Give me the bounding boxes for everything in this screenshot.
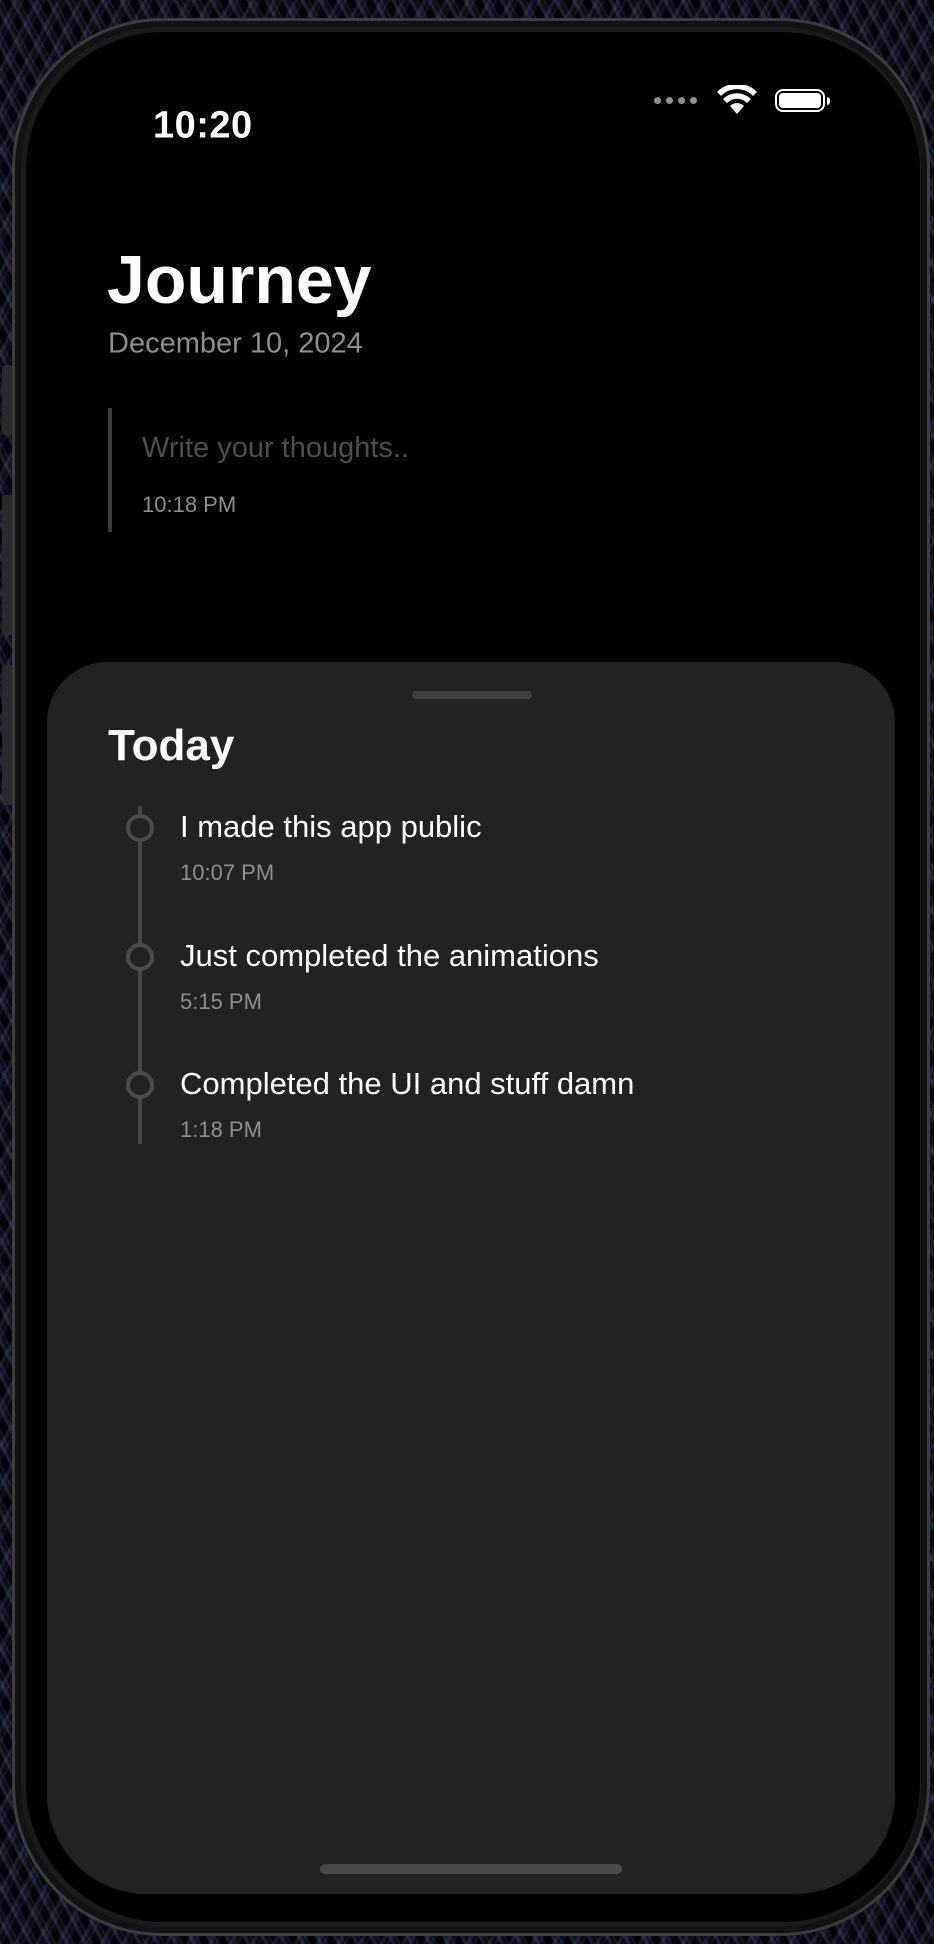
page-title: Journey xyxy=(107,242,372,318)
timeline-node-icon xyxy=(126,943,154,971)
cellular-dots-icon xyxy=(654,96,697,104)
timeline-entry[interactable]: Completed the UI and stuff damn 1:18 PM xyxy=(47,1066,895,1195)
entry-text: Completed the UI and stuff damn xyxy=(180,1066,635,1101)
entry-time: 1:18 PM xyxy=(180,1117,262,1142)
entry-text: Just completed the animations xyxy=(180,938,599,973)
wifi-icon xyxy=(717,85,757,114)
today-sheet[interactable]: Today I made this app public 10:07 PM Ju… xyxy=(47,662,895,1894)
battery-icon xyxy=(775,88,830,112)
section-title-today: Today xyxy=(108,721,235,770)
timeline-entry[interactable]: I made this app public 10:07 PM xyxy=(47,809,895,938)
status-bar-time: 10:20 xyxy=(153,104,253,147)
entry-text: I made this app public xyxy=(180,809,482,844)
timeline-node-icon xyxy=(126,1071,154,1099)
status-bar-icons xyxy=(654,85,830,115)
sheet-grabber[interactable] xyxy=(412,691,532,699)
compose-entry: 10:18 PM xyxy=(108,408,712,532)
timeline-node-icon xyxy=(126,814,154,842)
thoughts-input[interactable] xyxy=(142,432,662,465)
entry-time: 10:07 PM xyxy=(180,860,275,885)
app-screen: 10:20 Journey December 10, 2024 10:18 PM… xyxy=(26,32,920,1922)
timeline-entry[interactable]: Just completed the animations 5:15 PM xyxy=(47,938,895,1067)
entry-time: 5:15 PM xyxy=(180,989,262,1014)
compose-timestamp: 10:18 PM xyxy=(142,492,237,517)
page-date: December 10, 2024 xyxy=(108,327,363,360)
home-indicator[interactable] xyxy=(320,1864,622,1874)
